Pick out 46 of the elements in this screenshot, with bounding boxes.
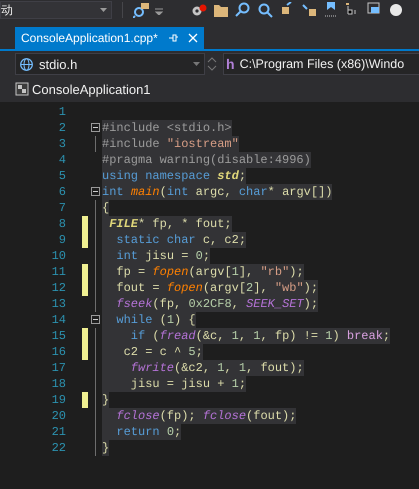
line-number: 19 bbox=[50, 393, 66, 407]
line-number: 3 bbox=[58, 137, 66, 151]
circle-icon[interactable] bbox=[389, 2, 405, 18]
search-icon[interactable] bbox=[257, 2, 273, 18]
member-dropdown[interactable]: h C:\Program Files (x86)\Windo bbox=[223, 53, 419, 75]
search-icon[interactable] bbox=[235, 2, 251, 18]
bookmark-icon[interactable] bbox=[323, 2, 339, 18]
line-number: 9 bbox=[58, 233, 66, 247]
collapse-icon[interactable] bbox=[90, 187, 100, 196]
line-number: 22 bbox=[50, 441, 66, 455]
gear-icon[interactable] bbox=[191, 2, 207, 18]
folder-icon[interactable] bbox=[213, 2, 229, 18]
line-number: 16 bbox=[50, 345, 66, 359]
scope-dropdown[interactable]: stdio.h bbox=[15, 53, 205, 75]
file-tab[interactable]: ConsoleApplication1.cpp* bbox=[15, 27, 204, 49]
configuration-dropdown[interactable]: 动 bbox=[0, 1, 112, 19]
caret-icon bbox=[193, 62, 200, 66]
close-icon[interactable] bbox=[188, 33, 198, 43]
line-number: 10 bbox=[50, 249, 66, 263]
line-number: 21 bbox=[50, 425, 66, 439]
collapse-icon[interactable] bbox=[90, 315, 100, 324]
line-number: 18 bbox=[50, 377, 66, 391]
line-number: 6 bbox=[58, 185, 66, 199]
line-number: 4 bbox=[58, 153, 66, 167]
line-number: 7 bbox=[58, 201, 66, 215]
project-label[interactable]: ConsoleApplication1 bbox=[15, 78, 419, 100]
header-icon: h bbox=[226, 56, 235, 72]
caret-icon bbox=[100, 8, 107, 12]
project-icon bbox=[15, 82, 29, 96]
line-number: 17 bbox=[50, 361, 66, 375]
step-icon[interactable] bbox=[301, 2, 317, 18]
line-number: 15 bbox=[50, 329, 66, 343]
line-number: 13 bbox=[50, 297, 66, 311]
line-number: 8 bbox=[58, 217, 66, 231]
line-number: 20 bbox=[50, 409, 66, 423]
collapse-icon[interactable] bbox=[90, 123, 100, 132]
line-number: 14 bbox=[50, 313, 66, 327]
line-number: 2 bbox=[58, 121, 66, 135]
pin-icon[interactable] bbox=[168, 33, 178, 43]
globe-icon bbox=[20, 58, 33, 70]
line-number: 11 bbox=[50, 265, 66, 279]
line-number: 5 bbox=[58, 169, 66, 183]
line-number: 12 bbox=[50, 281, 66, 295]
spin-icon[interactable] bbox=[207, 55, 217, 73]
find-icon[interactable] bbox=[133, 2, 149, 18]
line-number: 1 bbox=[58, 105, 66, 119]
